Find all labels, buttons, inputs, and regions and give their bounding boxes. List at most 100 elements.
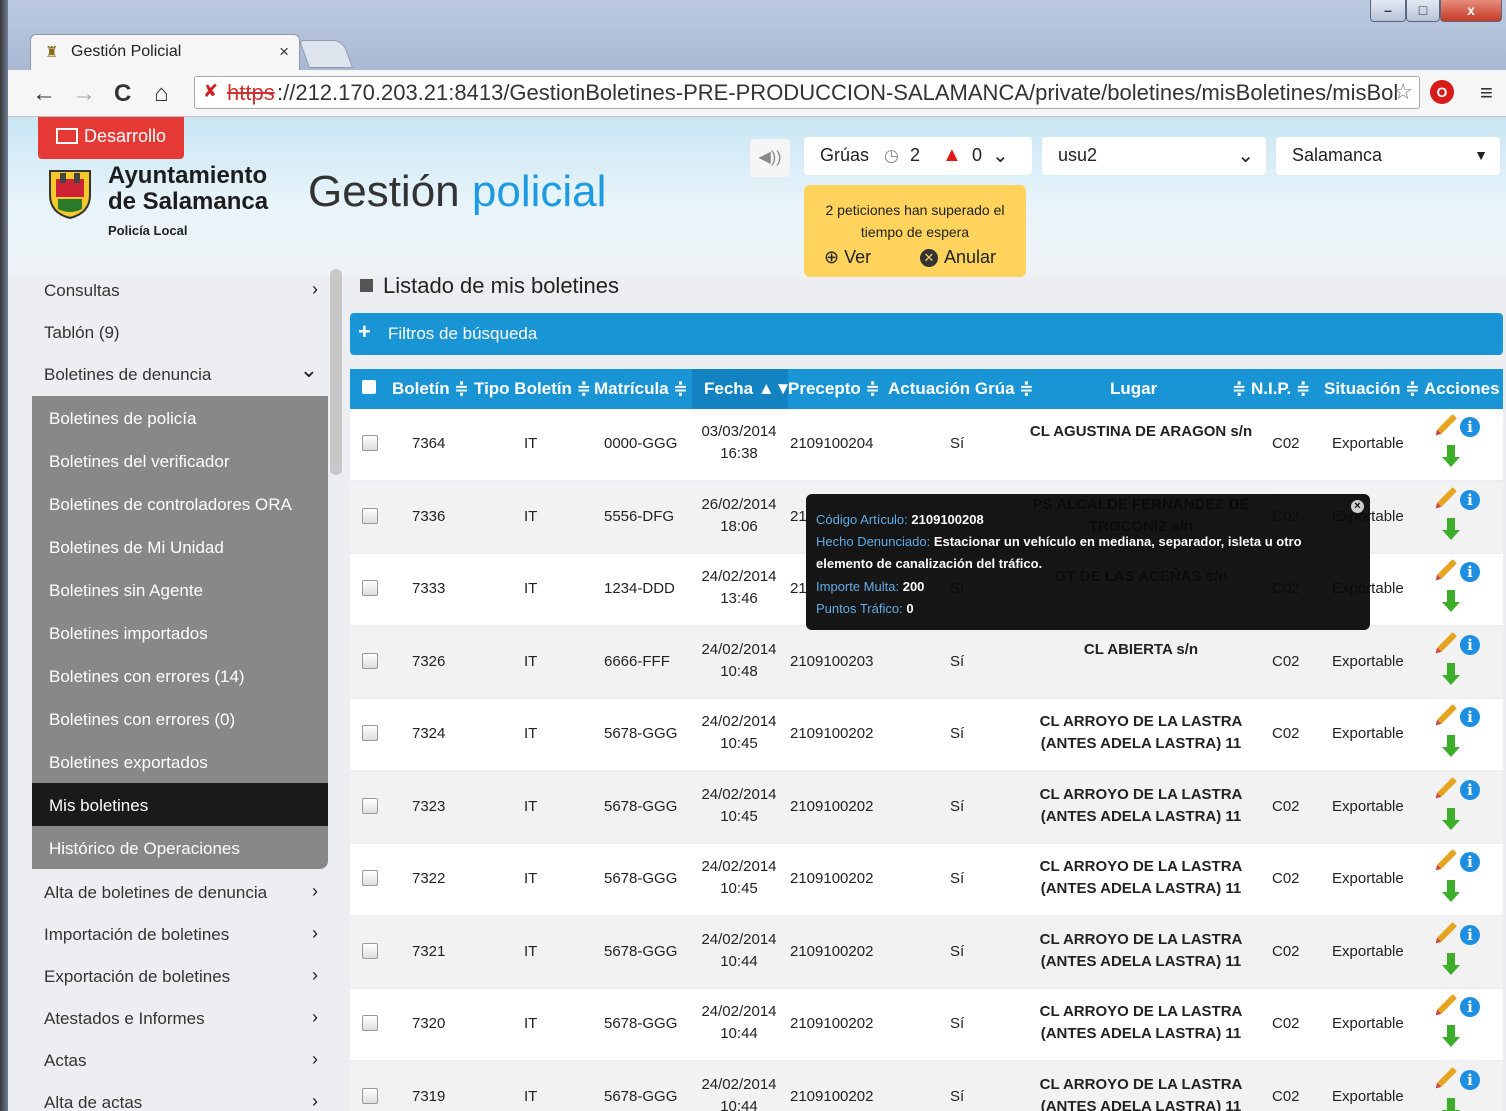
table-row[interactable]: 7364 IT 0000-GGG 03/03/2014 16:38 2109100204 S… xyxy=(350,409,1503,480)
maximize-button[interactable]: □ xyxy=(1406,0,1440,22)
info-icon[interactable]: i xyxy=(1460,562,1480,582)
info-icon[interactable]: i xyxy=(1460,707,1480,727)
col-situacion[interactable]: Situación ≑ xyxy=(1324,379,1419,399)
extension-icon[interactable]: O xyxy=(1430,80,1454,104)
address-bar[interactable]: ✘ https ://212.170.203.21:8413/GestionBo… xyxy=(194,76,1420,109)
edit-pencil-icon[interactable] xyxy=(1437,414,1457,434)
row-checkbox[interactable] xyxy=(362,580,378,596)
row-checkbox[interactable] xyxy=(362,1015,378,1031)
edit-pencil-icon[interactable] xyxy=(1437,559,1457,579)
row-checkbox[interactable] xyxy=(362,797,378,814)
city-select[interactable]: Salamanca ▼ xyxy=(1276,137,1500,175)
cell-precepto[interactable]: 2109100202 xyxy=(790,725,873,742)
cell-precepto[interactable]: 21 xyxy=(790,508,807,525)
search-filters-bar[interactable]: + Filtros de búsqueda xyxy=(350,313,1503,355)
col-boletin[interactable]: Boletín ≑ xyxy=(392,379,469,399)
sidebar-sub-historico[interactable]: Histórico de Operaciones xyxy=(32,826,328,869)
row-checkbox[interactable] xyxy=(362,435,378,451)
col-precepto[interactable]: Precepto ≑ xyxy=(788,379,880,399)
close-window-button[interactable]: x xyxy=(1440,0,1502,22)
sound-toggle-icon[interactable]: ◀)) xyxy=(750,139,790,177)
info-icon[interactable]: i xyxy=(1460,417,1480,437)
cell-precepto[interactable]: 2109100202 xyxy=(790,943,873,960)
table-row[interactable]: 7320 IT 5678-GGG 24/02/2014 10:44 2109100202 S… xyxy=(350,989,1503,1060)
row-checkbox[interactable] xyxy=(362,725,378,741)
col-nip[interactable]: ≑ N.I.P. ≑ xyxy=(1232,379,1310,399)
table-row[interactable]: 7321 IT 5678-GGG 24/02/2014 10:44 2109100202 S… xyxy=(350,916,1503,988)
sidebar-item-actas[interactable]: Actas › xyxy=(32,1039,328,1081)
sidebar-item-alta-boletines[interactable]: Alta de boletines de denuncia › xyxy=(32,871,328,913)
edit-pencil-icon[interactable] xyxy=(1437,631,1457,652)
cell-precepto[interactable]: 2109100202 xyxy=(790,870,873,887)
select-all-checkbox[interactable] xyxy=(362,380,376,394)
bookmark-star-icon[interactable]: ☆ xyxy=(1393,79,1413,105)
row-checkbox[interactable] xyxy=(362,942,378,959)
forward-icon[interactable]: → xyxy=(72,80,96,108)
cell-precepto[interactable]: 2109100202 xyxy=(790,1088,873,1105)
sidebar-sub-boletines-errores-0[interactable]: Boletines con errores (0) xyxy=(32,697,328,740)
edit-pencil-icon[interactable] xyxy=(1437,486,1457,507)
sidebar-item-alta-actas[interactable]: Alta de actas › xyxy=(32,1081,328,1111)
row-checkbox[interactable] xyxy=(362,652,378,669)
sidebar-scrollbar[interactable] xyxy=(330,269,342,475)
info-icon[interactable]: i xyxy=(1460,852,1480,872)
table-row[interactable]: 7326 IT 6666-FFF 24/02/2014 10:48 2109100203 S… xyxy=(350,626,1503,698)
col-matricula[interactable]: Matrícula ≑ xyxy=(594,379,688,399)
cell-precepto[interactable]: 2109100204 xyxy=(790,435,873,452)
sidebar-item-boletines-denuncia[interactable]: Boletines de denuncia ⌄ xyxy=(32,353,328,395)
sidebar-sub-boletines-mi-unidad[interactable]: Boletines de Mi Unidad xyxy=(32,525,328,568)
row-checkbox[interactable] xyxy=(362,1087,378,1104)
sidebar-item-importacion[interactable]: Importación de boletines › xyxy=(32,913,328,955)
sidebar-sub-boletines-sin-agente[interactable]: Boletines sin Agente xyxy=(32,568,328,611)
sidebar-sub-boletines-exportados[interactable]: Boletines exportados xyxy=(32,740,328,783)
table-row[interactable]: 7322 IT 5678-GGG 24/02/2014 10:45 2109100202 S… xyxy=(350,844,1503,915)
tab-close-icon[interactable]: × xyxy=(279,42,289,62)
edit-pencil-icon[interactable] xyxy=(1437,1066,1457,1087)
sidebar-item-exportacion[interactable]: Exportación de boletines › xyxy=(32,955,328,997)
cell-precepto[interactable]: 2109100202 xyxy=(790,798,873,815)
cancel-button[interactable]: ✕ Anular xyxy=(920,247,996,268)
reload-icon[interactable]: C xyxy=(114,80,131,108)
edit-pencil-icon[interactable] xyxy=(1437,994,1457,1014)
row-checkbox[interactable] xyxy=(362,507,378,524)
sidebar-sub-boletines-errores-14[interactable]: Boletines con errores (14) xyxy=(32,654,328,697)
collapse-square-icon[interactable] xyxy=(360,279,373,292)
browser-menu-icon[interactable]: ≡ xyxy=(1480,80,1493,106)
cell-precepto[interactable]: 2109100203 xyxy=(790,653,873,670)
user-select[interactable]: usu2 ⌄ xyxy=(1042,137,1266,175)
info-icon[interactable]: i xyxy=(1460,1069,1480,1090)
sidebar-sub-boletines-policia[interactable]: Boletines de policía xyxy=(32,396,328,439)
edit-pencil-icon[interactable] xyxy=(1437,776,1457,797)
info-icon[interactable]: i xyxy=(1460,489,1480,510)
cell-precepto[interactable]: 21 xyxy=(790,580,807,597)
cell-precepto[interactable]: 2109100202 xyxy=(790,1015,873,1032)
sidebar-item-tablon[interactable]: Tablón (9) xyxy=(32,311,328,353)
info-icon[interactable]: i xyxy=(1460,779,1480,800)
tooltip-close-icon[interactable]: × xyxy=(1351,500,1364,513)
sidebar-sub-boletines-verificador[interactable]: Boletines del verificador xyxy=(32,439,328,482)
table-row[interactable]: 7319 IT 5678-GGG 24/02/2014 10:44 2109100202 S… xyxy=(350,1061,1503,1111)
row-checkbox[interactable] xyxy=(362,870,378,886)
sidebar-sub-boletines-ora[interactable]: Boletines de controladores ORA xyxy=(32,482,328,525)
sidebar-item-atestados[interactable]: Atestados e Informes › xyxy=(32,997,328,1039)
info-icon[interactable]: i xyxy=(1460,634,1480,655)
new-tab-button[interactable] xyxy=(298,40,354,68)
col-tipo-boletin[interactable]: Tipo Boletín ≑ xyxy=(474,379,591,399)
back-icon[interactable]: ← xyxy=(32,80,56,108)
view-button[interactable]: ⊕ Ver xyxy=(824,247,871,268)
edit-pencil-icon[interactable] xyxy=(1437,921,1457,942)
sidebar-sub-mis-boletines[interactable]: Mis boletines xyxy=(32,783,328,826)
minimize-button[interactable]: – xyxy=(1370,0,1406,22)
table-row[interactable]: 7323 IT 5678-GGG 24/02/2014 10:45 2109100202 S… xyxy=(350,771,1503,843)
edit-pencil-icon[interactable] xyxy=(1437,849,1457,869)
edit-pencil-icon[interactable] xyxy=(1437,704,1457,724)
col-fecha[interactable]: Fecha ▲▼ xyxy=(704,379,792,399)
col-lugar[interactable]: Lugar xyxy=(1110,379,1157,399)
browser-tab[interactable]: ♜ Gestión Policial × xyxy=(30,34,300,70)
home-icon[interactable]: ⌂ xyxy=(154,80,169,108)
col-actuacion-grua[interactable]: Actuación Grúa ≑ xyxy=(888,379,1034,399)
gruas-dropdown[interactable]: Grúas ◷ 2 ▲ 0 ⌄ xyxy=(804,137,1032,175)
sidebar-item-consultas[interactable]: Consultas › xyxy=(32,269,328,311)
info-icon[interactable]: i xyxy=(1460,997,1480,1017)
info-icon[interactable]: i xyxy=(1460,924,1480,945)
